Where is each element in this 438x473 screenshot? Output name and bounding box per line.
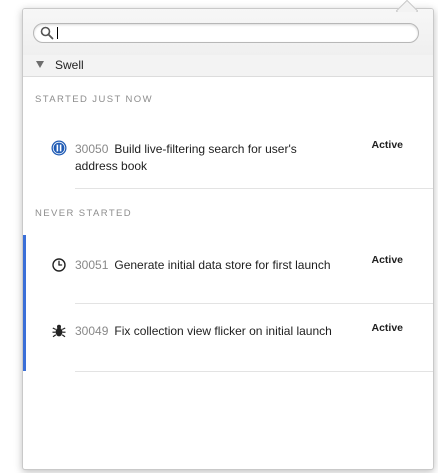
- divider: [75, 371, 433, 372]
- task-row-30051[interactable]: 30051 Generate initial data store for fir…: [23, 247, 433, 303]
- disclosure-triangle-down-icon[interactable]: [36, 61, 44, 68]
- search-field[interactable]: [33, 23, 419, 43]
- divider: [75, 303, 433, 304]
- task-number: 30051: [75, 258, 109, 272]
- status-badge: Active: [371, 322, 403, 334]
- search-icon: [40, 26, 54, 40]
- search-input[interactable]: [56, 25, 408, 40]
- status-badge: Active: [371, 254, 403, 266]
- bug-icon: [52, 324, 66, 338]
- task-title: Fix collection view flicker on initial l…: [114, 324, 332, 338]
- task-text: 30049 Fix collection view flicker on init…: [75, 323, 340, 340]
- task-number: 30049: [75, 324, 109, 338]
- task-title: Generate initial data store for first la…: [114, 258, 331, 272]
- section-title-never-started: NEVER STARTED: [35, 208, 133, 219]
- task-text: 30051 Generate initial data store for fir…: [75, 257, 375, 274]
- task-title: Build live-filtering search for user's a…: [75, 142, 297, 173]
- status-badge: Active: [371, 139, 403, 151]
- group-name: Swell: [55, 58, 84, 72]
- divider: [75, 188, 433, 189]
- task-popover: Swell STARTED JUST NOW 30050 Build live-f…: [22, 8, 434, 470]
- task-text: 30050 Build live-filtering search for use…: [75, 141, 340, 175]
- text-caret: [57, 27, 58, 39]
- task-number: 30050: [75, 142, 109, 156]
- section-title-started-just-now: STARTED JUST NOW: [35, 94, 153, 105]
- popover-arrow: [396, 0, 418, 12]
- group-header-swell[interactable]: Swell: [23, 55, 433, 77]
- pause-icon[interactable]: [51, 140, 67, 156]
- task-row-30050[interactable]: 30050 Build live-filtering search for use…: [23, 135, 433, 191]
- search-bar-area: [23, 9, 433, 55]
- app-window: Swell STARTED JUST NOW 30050 Build live-f…: [0, 0, 438, 473]
- task-row-30049[interactable]: 30049 Fix collection view flicker on init…: [23, 316, 433, 372]
- clock-icon: [52, 258, 66, 272]
